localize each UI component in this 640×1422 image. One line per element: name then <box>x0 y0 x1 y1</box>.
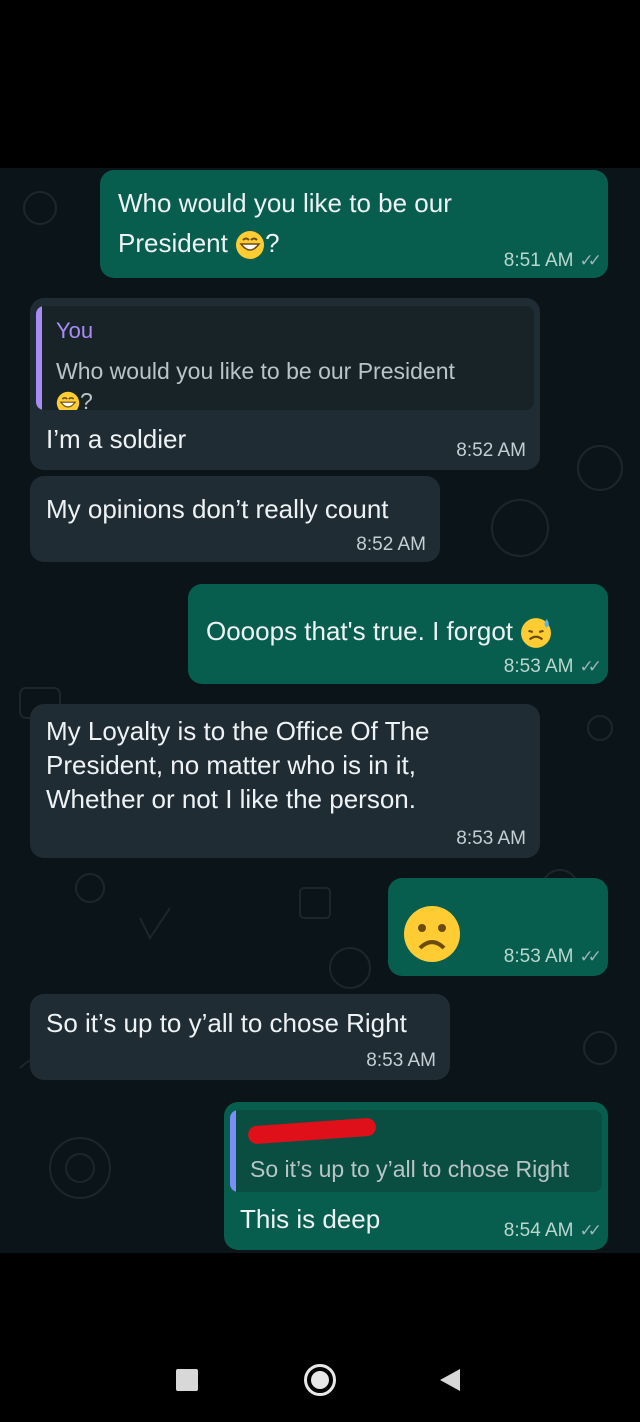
message-bubble-outgoing[interactable]: Oooops that's true. I forgot 8:53 AM ✓✓ <box>188 584 608 684</box>
read-receipt-icon: ✓✓ <box>579 657 602 676</box>
message-text: This is deep <box>240 1204 381 1234</box>
quote-author: You <box>56 318 94 343</box>
message-text: Whether or not I like the person. <box>46 784 416 814</box>
recent-apps-button[interactable] <box>176 1369 198 1391</box>
message-text: Who would you like to be our <box>118 188 452 218</box>
message-time: 8:51 AM ✓✓ <box>503 250 602 271</box>
back-icon[interactable] <box>438 1367 462 1393</box>
message-time: 8:53 AM ✓✓ <box>503 946 602 967</box>
message-bubble-outgoing[interactable]: 8:53 AM ✓✓ <box>388 878 608 976</box>
message-time: 8:53 AM ✓✓ <box>503 656 602 677</box>
message-text: President, no matter who is in it, <box>46 750 416 780</box>
read-receipt-icon: ✓✓ <box>579 251 602 270</box>
message-time: 8:53 AM <box>456 828 526 849</box>
message-time: 8:53 AM <box>366 1050 436 1071</box>
frowning-face-icon <box>404 906 460 962</box>
grinning-face-icon <box>56 391 80 410</box>
quote-bar <box>36 306 42 410</box>
message-text: My opinions don’t really count <box>46 494 389 524</box>
home-button[interactable] <box>304 1364 336 1396</box>
read-receipt-icon: ✓✓ <box>579 947 602 966</box>
read-receipt-icon: ✓✓ <box>579 1221 602 1240</box>
message-text: Oooops that's true. I forgot <box>206 614 552 649</box>
quoted-message[interactable]: So it’s up to y’all to chose Right <box>230 1110 602 1192</box>
quote-text: ? <box>56 386 93 410</box>
message-bubble-outgoing[interactable]: So it’s up to y’all to chose Right This … <box>224 1102 608 1250</box>
quote-bar <box>230 1110 236 1192</box>
message-text: President ? <box>118 226 280 260</box>
quote-text: Who would you like to be our President <box>56 358 455 384</box>
quote-text: So it’s up to y’all to chose Right <box>250 1156 570 1182</box>
message-time: 8:52 AM <box>456 440 526 461</box>
grinning-face-icon <box>236 231 265 260</box>
message-bubble-incoming[interactable]: My Loyalty is to the Office Of The Presi… <box>30 704 540 858</box>
message-text: My Loyalty is to the Office Of The <box>46 716 430 746</box>
quoted-message[interactable]: You Who would you like to be our Preside… <box>36 306 534 410</box>
system-navigation-bar <box>0 1253 640 1422</box>
message-bubble-incoming[interactable]: You Who would you like to be our Preside… <box>30 298 540 470</box>
message-bubble-incoming[interactable]: My opinions don’t really count 8:52 AM <box>30 476 440 562</box>
message-time: 8:54 AM ✓✓ <box>503 1220 602 1241</box>
message-text: I’m a soldier <box>46 424 187 454</box>
chat-area[interactable]: Who would you like to be our President ?… <box>0 168 640 1253</box>
message-text: So it’s up to y’all to chose Right <box>46 1008 407 1038</box>
redacted-name <box>247 1117 377 1145</box>
sweat-face-icon <box>521 618 552 649</box>
message-bubble-outgoing[interactable]: Who would you like to be our President ?… <box>100 170 608 278</box>
home-icon-inner <box>311 1371 329 1389</box>
message-bubble-incoming[interactable]: So it’s up to y’all to chose Right 8:53 … <box>30 994 450 1080</box>
message-time: 8:52 AM <box>356 534 426 555</box>
